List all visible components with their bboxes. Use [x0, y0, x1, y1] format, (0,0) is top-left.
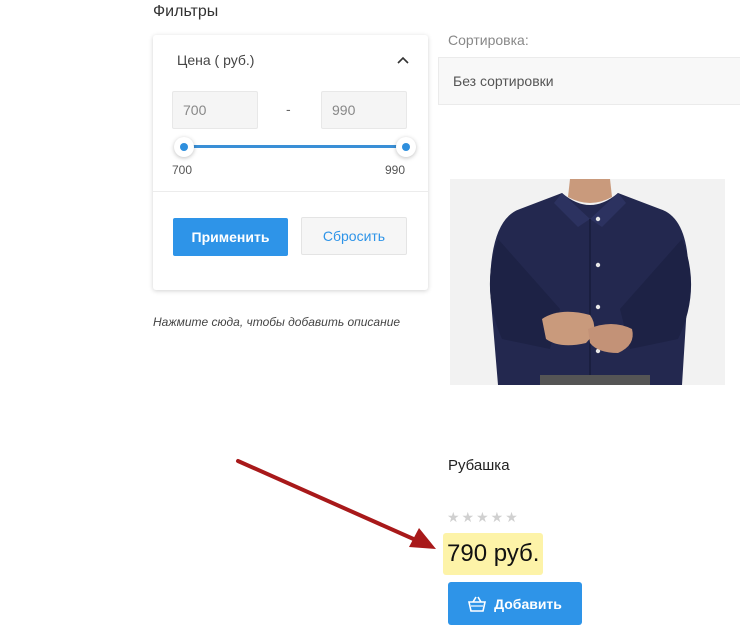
- range-separator: -: [286, 101, 291, 117]
- filters-title: Фильтры: [153, 3, 219, 20]
- price-filter-header[interactable]: Цена ( руб.): [177, 52, 254, 68]
- slider-max-label: 990: [385, 163, 406, 177]
- slider-min-label: 700: [172, 163, 193, 177]
- price-max-input[interactable]: [321, 91, 407, 129]
- apply-button[interactable]: Применить: [173, 218, 288, 256]
- add-to-cart-button[interactable]: Добавить: [448, 582, 582, 625]
- price-slider-range: [184, 145, 406, 148]
- product-price: 790 руб.: [443, 533, 544, 575]
- sort-label: Сортировка:: [448, 32, 529, 48]
- price-min-input[interactable]: [172, 91, 258, 129]
- product-name[interactable]: Рубашка: [448, 457, 510, 474]
- basket-icon: [468, 596, 487, 612]
- price-slider-max-handle[interactable]: [396, 137, 416, 157]
- sort-select[interactable]: Без сортировки: [438, 57, 740, 105]
- add-description-hint[interactable]: Нажмите сюда, чтобы добавить описание: [153, 315, 400, 329]
- price-filter-card: Цена ( руб.) - 700 990 Применить Сбросит…: [153, 35, 428, 290]
- shirt-photo: [450, 179, 725, 385]
- price-slider-min-handle[interactable]: [174, 137, 194, 157]
- rating-stars[interactable]: ★★★★★: [447, 509, 520, 526]
- reset-button[interactable]: Сбросить: [301, 217, 407, 255]
- chevron-up-icon[interactable]: [397, 56, 409, 64]
- card-divider: [153, 191, 428, 192]
- add-to-cart-label: Добавить: [494, 595, 562, 612]
- price-slider-track[interactable]: [184, 145, 406, 148]
- product-image[interactable]: [450, 179, 725, 385]
